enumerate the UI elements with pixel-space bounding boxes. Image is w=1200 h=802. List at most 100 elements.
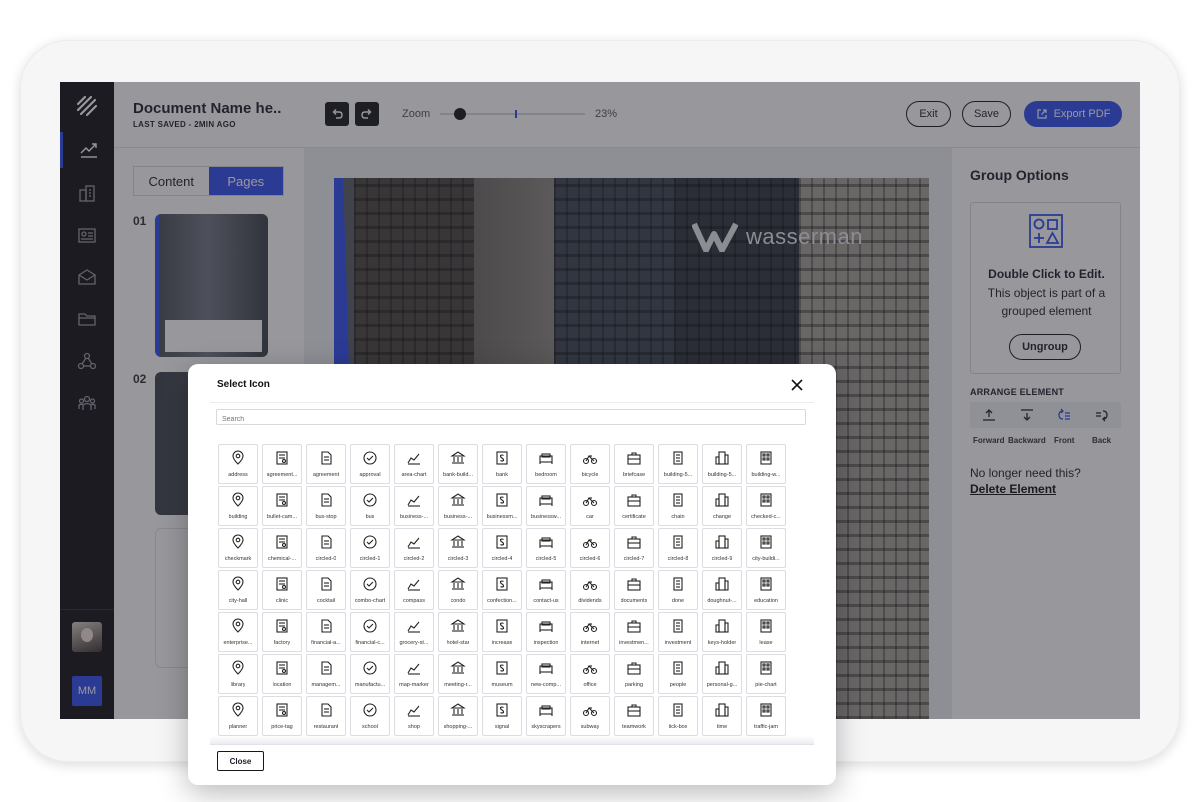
icon-option[interactable]: car: [570, 486, 610, 526]
icon-option[interactable]: contact-us: [526, 570, 566, 610]
close-icon[interactable]: [789, 377, 805, 393]
icon-option[interactable]: confection...: [482, 570, 522, 610]
icon-option[interactable]: bank-build...: [438, 444, 478, 484]
icon-option[interactable]: museum: [482, 654, 522, 694]
icon-option[interactable]: documents: [614, 570, 654, 610]
icon-option[interactable]: approval: [350, 444, 390, 484]
icon-option[interactable]: factory: [262, 612, 302, 652]
icon-option-label: city-hall: [228, 598, 248, 604]
icon-option[interactable]: map-marker: [394, 654, 434, 694]
icon-option[interactable]: signal: [482, 696, 522, 736]
icon-option[interactable]: address: [218, 444, 258, 484]
icon-option[interactable]: checkmark: [218, 528, 258, 568]
icon-option[interactable]: library: [218, 654, 258, 694]
icon-option[interactable]: condo: [438, 570, 478, 610]
icon-option[interactable]: lease: [746, 612, 786, 652]
icon-option[interactable]: increase: [482, 612, 522, 652]
icon-option[interactable]: building-5...: [702, 444, 742, 484]
icon-option[interactable]: checked-c...: [746, 486, 786, 526]
icon-option[interactable]: new-comp...: [526, 654, 566, 694]
icon-option[interactable]: shop: [394, 696, 434, 736]
icon-option[interactable]: managem...: [306, 654, 346, 694]
icon-search-input[interactable]: [216, 409, 806, 425]
option-glyph-icon: [496, 661, 508, 675]
icon-option[interactable]: time: [702, 696, 742, 736]
icon-option[interactable]: bank: [482, 444, 522, 484]
icon-option[interactable]: circled-5: [526, 528, 566, 568]
icon-option-label: checkmark: [224, 556, 252, 562]
icon-option[interactable]: keys-holder: [702, 612, 742, 652]
icon-option[interactable]: briefcase: [614, 444, 654, 484]
icon-option[interactable]: certificate: [614, 486, 654, 526]
icon-option[interactable]: clinic: [262, 570, 302, 610]
icon-option[interactable]: chain: [658, 486, 698, 526]
icon-option[interactable]: dividends: [570, 570, 610, 610]
icon-option[interactable]: investmen...: [614, 612, 654, 652]
icon-option[interactable]: shopping-...: [438, 696, 478, 736]
icon-option[interactable]: cocktail: [306, 570, 346, 610]
icon-option[interactable]: circled-8: [658, 528, 698, 568]
icon-option[interactable]: compass: [394, 570, 434, 610]
icon-option[interactable]: teamwork: [614, 696, 654, 736]
icon-option[interactable]: planner: [218, 696, 258, 736]
icon-option[interactable]: combo-chart: [350, 570, 390, 610]
icon-option[interactable]: subway: [570, 696, 610, 736]
icon-option[interactable]: grocery-st...: [394, 612, 434, 652]
icon-option[interactable]: done: [658, 570, 698, 610]
icon-option[interactable]: people: [658, 654, 698, 694]
icon-option[interactable]: agreement: [306, 444, 346, 484]
icon-option[interactable]: personal-g...: [702, 654, 742, 694]
icon-option[interactable]: bullet-cam...: [262, 486, 302, 526]
icon-option[interactable]: business-...: [394, 486, 434, 526]
option-glyph-icon: [715, 577, 729, 591]
icon-option[interactable]: city-buildi...: [746, 528, 786, 568]
icon-option[interactable]: tick-box: [658, 696, 698, 736]
icon-option[interactable]: circled-9: [702, 528, 742, 568]
option-glyph-icon: [407, 579, 420, 591]
icon-option[interactable]: internet: [570, 612, 610, 652]
icon-option[interactable]: circled-0: [306, 528, 346, 568]
icon-option[interactable]: meeting-r...: [438, 654, 478, 694]
icon-option[interactable]: circled-3: [438, 528, 478, 568]
icon-option[interactable]: area-chart: [394, 444, 434, 484]
icon-option[interactable]: skyscrapers: [526, 696, 566, 736]
icon-option[interactable]: chemical-...: [262, 528, 302, 568]
icon-option[interactable]: location: [262, 654, 302, 694]
icon-option[interactable]: financial-c...: [350, 612, 390, 652]
icon-option[interactable]: school: [350, 696, 390, 736]
icon-option[interactable]: inspection: [526, 612, 566, 652]
icon-option[interactable]: agreement...: [262, 444, 302, 484]
icon-option[interactable]: building-5...: [658, 444, 698, 484]
icon-option[interactable]: education: [746, 570, 786, 610]
icon-option[interactable]: businessm...: [482, 486, 522, 526]
icon-option[interactable]: bus: [350, 486, 390, 526]
icon-option[interactable]: building-w...: [746, 444, 786, 484]
icon-option[interactable]: circled-7: [614, 528, 654, 568]
icon-option[interactable]: bus-stop: [306, 486, 346, 526]
icon-option[interactable]: doughnut-...: [702, 570, 742, 610]
icon-option[interactable]: investment: [658, 612, 698, 652]
icon-option[interactable]: change: [702, 486, 742, 526]
icon-option[interactable]: price-tag: [262, 696, 302, 736]
icon-option[interactable]: manufactu...: [350, 654, 390, 694]
icon-option[interactable]: traffic-jam: [746, 696, 786, 736]
icon-option[interactable]: businessw...: [526, 486, 566, 526]
icon-option[interactable]: hotel-star: [438, 612, 478, 652]
icon-option-label: meeting-r...: [444, 682, 472, 688]
icon-option[interactable]: bedroom: [526, 444, 566, 484]
icon-option[interactable]: circled-4: [482, 528, 522, 568]
icon-option[interactable]: restaurant: [306, 696, 346, 736]
icon-option[interactable]: parking: [614, 654, 654, 694]
icon-option[interactable]: financial-a...: [306, 612, 346, 652]
icon-option[interactable]: city-hall: [218, 570, 258, 610]
close-button[interactable]: Close: [217, 751, 264, 771]
icon-option[interactable]: office: [570, 654, 610, 694]
icon-option[interactable]: pie-chart: [746, 654, 786, 694]
icon-option[interactable]: circled-1: [350, 528, 390, 568]
icon-option[interactable]: bicycle: [570, 444, 610, 484]
icon-option[interactable]: building: [218, 486, 258, 526]
icon-option[interactable]: circled-2: [394, 528, 434, 568]
icon-option[interactable]: enterprise...: [218, 612, 258, 652]
icon-option[interactable]: business-...: [438, 486, 478, 526]
icon-option[interactable]: circled-6: [570, 528, 610, 568]
